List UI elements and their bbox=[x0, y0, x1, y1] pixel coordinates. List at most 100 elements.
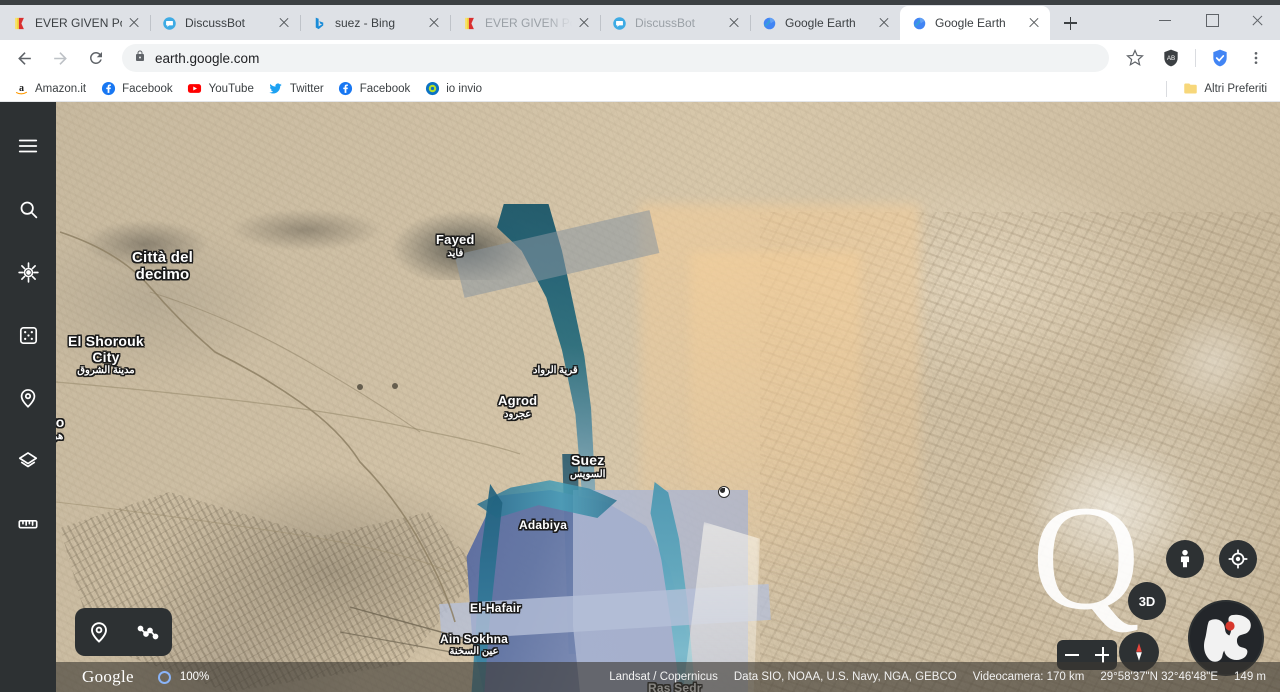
bookmark-item[interactable]: Facebook bbox=[93, 79, 180, 99]
bing-icon bbox=[311, 15, 327, 31]
bookmark-item[interactable]: a Amazon.it bbox=[6, 79, 93, 99]
mouse-cursor bbox=[718, 486, 730, 498]
bookmark-label: io invio bbox=[446, 82, 483, 95]
amazon-icon: a bbox=[13, 81, 29, 97]
facebook-icon bbox=[100, 81, 116, 97]
map-label-citta-decimo: Città del decimo bbox=[132, 249, 193, 284]
google-earth-icon bbox=[911, 15, 927, 31]
bookmark-label: Amazon.it bbox=[35, 82, 87, 95]
sidebar-item-search[interactable] bbox=[6, 187, 50, 231]
youtube-icon bbox=[187, 81, 203, 97]
bookmark-item[interactable]: io invio bbox=[417, 79, 489, 99]
bookmark-item[interactable]: Facebook bbox=[331, 79, 418, 99]
browser-tab[interactable]: suez - Bing bbox=[300, 6, 450, 40]
sidebar-item-my-places[interactable] bbox=[6, 376, 50, 420]
bookmark-label: YouTube bbox=[208, 82, 254, 95]
bookmark-item[interactable]: YouTube bbox=[180, 79, 261, 99]
back-arrow-icon[interactable] bbox=[8, 42, 40, 74]
google-earth-map[interactable]: iroهرةCittà deldecimoEl ShoroukCityمدينة… bbox=[0, 102, 1280, 692]
browser-tab[interactable]: EVER GIVEN Pos bbox=[450, 6, 600, 40]
camera-altitude: Videocamera: 170 km bbox=[972, 671, 1085, 683]
tab-divider bbox=[600, 15, 601, 31]
tab-divider bbox=[150, 15, 151, 31]
bookmark-item[interactable]: Twitter bbox=[261, 79, 331, 99]
window-controls bbox=[1142, 0, 1280, 40]
map-label-latin: decimo bbox=[135, 265, 190, 283]
sidebar-item-measure[interactable] bbox=[6, 502, 50, 546]
facebook-icon bbox=[338, 81, 354, 97]
discuss-chat-icon bbox=[161, 15, 177, 31]
reload-icon[interactable] bbox=[80, 42, 112, 74]
tab-title: DiscussBot bbox=[185, 16, 246, 30]
tab-close-icon[interactable] bbox=[876, 15, 892, 31]
tab-close-icon[interactable] bbox=[1026, 15, 1042, 31]
star-icon[interactable] bbox=[1119, 42, 1151, 74]
tab-title: EVER GIVEN Pos bbox=[35, 16, 122, 30]
map-label-latin: Suez bbox=[570, 452, 605, 468]
bookmark-label: Facebook bbox=[122, 82, 173, 95]
adblock-shield-icon[interactable]: AB bbox=[1155, 42, 1187, 74]
map-label-qaryat-rowad: قرية الرواد bbox=[533, 365, 578, 376]
browser-tab[interactable]: EVER GIVEN Pos bbox=[0, 6, 150, 40]
tab-close-icon[interactable] bbox=[126, 15, 142, 31]
map-label-latin: Ain Sokhna bbox=[440, 632, 509, 646]
map-label-ain-sokhna: Ain Sokhna عين السخنة bbox=[440, 632, 509, 658]
locate-target-icon[interactable] bbox=[1219, 540, 1257, 578]
imagery-credit: Landsat / Copernicus bbox=[609, 671, 718, 683]
street-view-pegman-icon[interactable] bbox=[1166, 540, 1204, 578]
earth-sidebar bbox=[0, 102, 56, 692]
tab-close-icon[interactable] bbox=[426, 15, 442, 31]
maximize-icon[interactable] bbox=[1188, 0, 1234, 40]
google-logo: Google bbox=[82, 667, 134, 686]
polyline-path-icon[interactable] bbox=[131, 615, 165, 649]
tab-close-icon[interactable] bbox=[276, 15, 292, 31]
other-bookmarks-label: Altri Preferiti bbox=[1204, 82, 1267, 95]
twitter-icon bbox=[268, 81, 284, 97]
map-label-adabiya: Adabiya bbox=[519, 518, 567, 532]
sidebar-item-layers[interactable] bbox=[6, 439, 50, 483]
sidebar-item-feeling-lucky[interactable] bbox=[6, 313, 50, 357]
three-dot-menu-icon[interactable] bbox=[1240, 42, 1272, 74]
browser-tab[interactable]: Google Earth bbox=[900, 6, 1050, 40]
sidebar-item-menu[interactable] bbox=[6, 124, 50, 168]
map-label-suez: Suez السويس bbox=[570, 452, 606, 480]
map-label-arabic: مدينة الشروق bbox=[77, 365, 135, 377]
other-bookmarks-button[interactable]: Altri Preferiti bbox=[1175, 79, 1274, 99]
address-bar[interactable]: earth.google.com bbox=[122, 44, 1109, 72]
tab-strip: EVER GIVEN Pos DiscussBot suez - Bing EVER … bbox=[0, 0, 1280, 40]
place-marker-icon[interactable] bbox=[82, 615, 116, 649]
tab-close-icon[interactable] bbox=[576, 15, 592, 31]
map-label-fayed: Fayed فايد bbox=[436, 232, 475, 259]
tab-title: suez - Bing bbox=[335, 16, 396, 30]
bookmarks-bar: a Amazon.it Facebook YouTube Twitter Facebook… bbox=[0, 76, 1280, 102]
toggle-3d-button[interactable]: 3D bbox=[1128, 582, 1166, 620]
new-tab-button[interactable] bbox=[1056, 9, 1084, 37]
bookmark-label: Facebook bbox=[359, 82, 411, 95]
map-label-arabic: السويس bbox=[570, 468, 606, 480]
sidebar-item-voyager[interactable] bbox=[6, 250, 50, 294]
browser-tab[interactable]: DiscussBot bbox=[150, 6, 300, 40]
bookmark-label: Twitter bbox=[289, 82, 324, 95]
minimize-icon[interactable] bbox=[1142, 0, 1188, 40]
browser-tab[interactable]: DiscussBot bbox=[600, 6, 750, 40]
tab-close-icon[interactable] bbox=[726, 15, 742, 31]
map-label-agrod: Agrod عجرود bbox=[498, 393, 537, 420]
map-label-arabic: قرية الرواد bbox=[533, 365, 578, 376]
map-label-latin: El Shorouk bbox=[68, 333, 144, 349]
pale-plain-northeast bbox=[1150, 302, 1280, 422]
tab-title: DiscussBot bbox=[635, 16, 696, 30]
q-watermark: Q bbox=[1031, 475, 1140, 641]
other-bookmarks-group: Altri Preferiti bbox=[1166, 79, 1274, 99]
status-left: Google 100% bbox=[56, 662, 581, 692]
url-text: earth.google.com bbox=[155, 50, 260, 66]
earth-status-bar: Google 100% Landsat / Copernicus Data SI… bbox=[56, 662, 1280, 692]
close-icon[interactable] bbox=[1234, 0, 1280, 40]
map-label-latin: El-Hafair bbox=[470, 601, 522, 615]
google-earth-icon bbox=[761, 15, 777, 31]
browser-toolbar: earth.google.com AB bbox=[0, 40, 1280, 76]
forward-arrow-icon[interactable] bbox=[44, 42, 76, 74]
security-check-icon[interactable] bbox=[1204, 42, 1236, 74]
browser-tab[interactable]: Google Earth bbox=[750, 6, 900, 40]
map-label-arabic: فايد bbox=[447, 247, 464, 259]
io-invio-icon bbox=[424, 81, 440, 97]
